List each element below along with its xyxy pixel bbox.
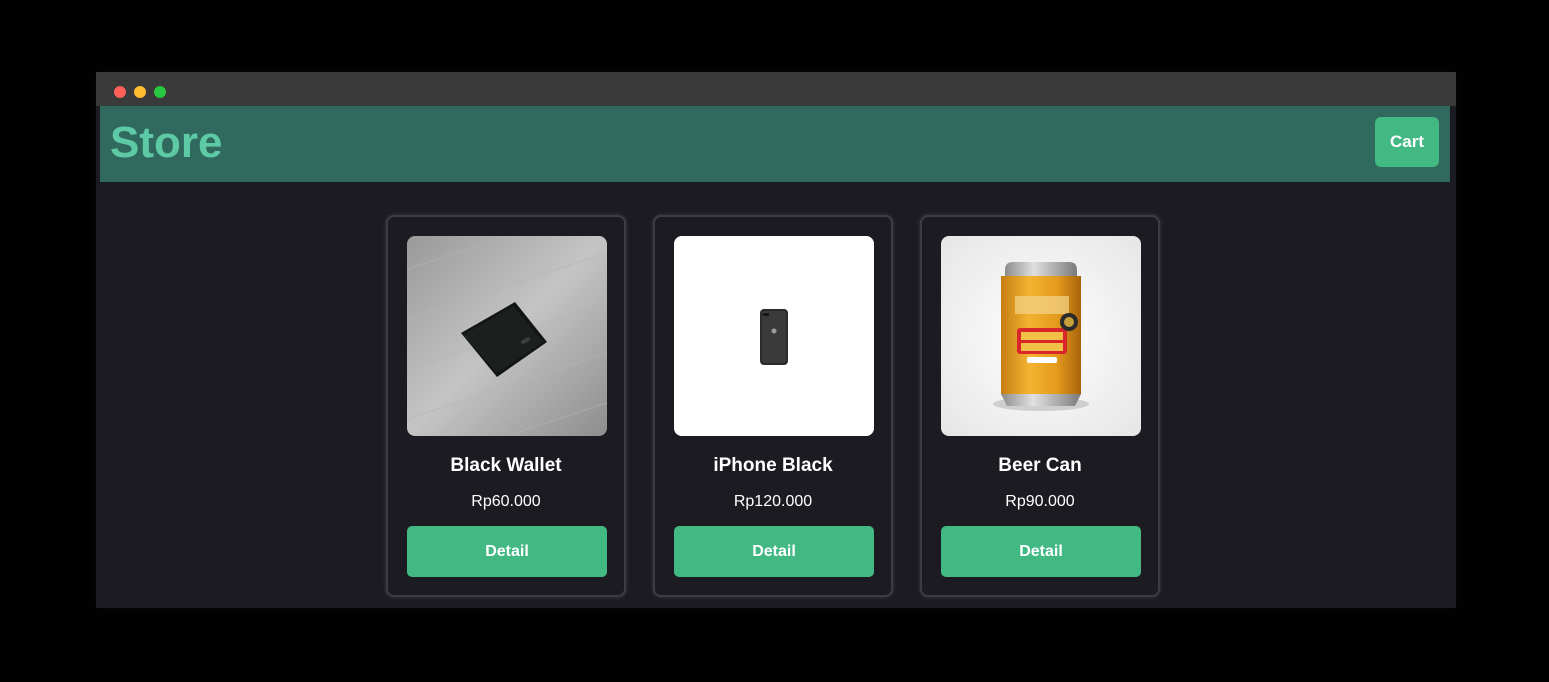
- detail-button[interactable]: Detail: [674, 526, 874, 577]
- product-card: Black Wallet Rp60.000 Detail: [386, 215, 626, 597]
- close-window-icon[interactable]: [114, 86, 126, 98]
- detail-button[interactable]: Detail: [941, 526, 1141, 577]
- product-image-black-wallet: [407, 236, 607, 436]
- product-name: Beer Can: [998, 455, 1082, 476]
- navbar: Store Cart: [100, 106, 1450, 182]
- browser-window: Store Cart Black Wallet Rp60.000 Detail …: [96, 72, 1456, 608]
- product-name: Black Wallet: [450, 455, 562, 476]
- product-price: Rp90.000: [1005, 493, 1075, 510]
- product-card: Beer Can Rp90.000 Detail: [920, 215, 1160, 597]
- maximize-window-icon[interactable]: [154, 86, 166, 98]
- product-image-beer-can: [941, 236, 1141, 436]
- window-titlebar: [96, 72, 1456, 106]
- product-image-iphone-black: [674, 236, 874, 436]
- brand-title[interactable]: Store: [110, 118, 222, 168]
- detail-button[interactable]: Detail: [407, 526, 607, 577]
- product-name: iPhone Black: [713, 455, 833, 476]
- product-card: iPhone Black Rp120.000 Detail: [653, 215, 893, 597]
- product-price: Rp120.000: [733, 493, 813, 510]
- minimize-window-icon[interactable]: [134, 86, 146, 98]
- product-price: Rp60.000: [471, 493, 541, 510]
- cart-button[interactable]: Cart: [1375, 117, 1439, 167]
